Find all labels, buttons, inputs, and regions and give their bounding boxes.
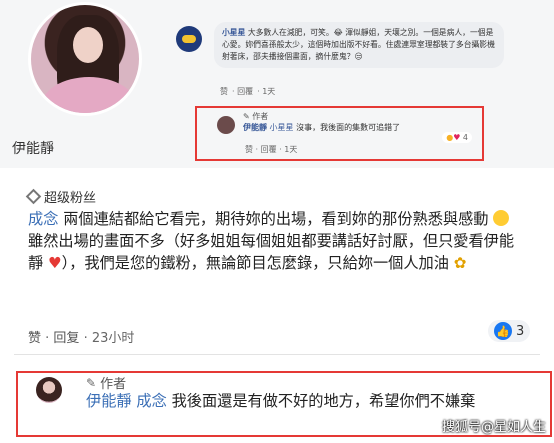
author-badge: ✎ 作者 [86, 375, 127, 393]
reply-text: 伊能靜 成念 我後面還是有做不好的地方，希望你們不嫌棄 [86, 392, 476, 410]
comment-author[interactable]: 小星星 [222, 28, 245, 37]
thumbs-up-icon: 👍 [494, 322, 512, 340]
reaction-badge[interactable]: ●♥ 4 [442, 132, 472, 143]
reply-author[interactable]: 伊能靜 [243, 123, 267, 132]
like-link[interactable]: 赞 [245, 145, 253, 154]
timestamp: 23小时 [91, 331, 135, 346]
author-badge: ✎ 作者 [243, 112, 269, 121]
profile-name[interactable]: 伊能靜 [12, 138, 54, 158]
reply-link[interactable]: 回覆 [237, 87, 253, 96]
avatar[interactable] [176, 26, 202, 52]
reply-link[interactable]: 回复 [53, 331, 79, 346]
divider [14, 354, 540, 355]
weibo-comment-section: 超级粉丝 成念 兩個連結都給它看完，期待妳的出場，看到妳的那份熟悉與感動 雖然出… [0, 176, 554, 443]
comment-bubble: 小星星 大多數人在減肥，可笑。😂 渾似靜姐，天壤之別。一個是病人，一個是心愛。妳… [214, 22, 504, 68]
like-counter[interactable]: 👍 3 [488, 320, 531, 342]
like-link[interactable]: 赞 [28, 331, 41, 346]
dress [41, 77, 137, 113]
love-icon: ♥ [453, 133, 461, 142]
profile-photo[interactable] [28, 2, 142, 116]
comment-line3: ），我們是您的鐵粉，無論節目怎麼錄，只給妳一個人加油 [61, 254, 449, 272]
heart-emoji-icon: ♥ [48, 254, 62, 272]
reply-text: 伊能靜 小星星 沒事，我後面的集數可追錯了 [243, 123, 401, 132]
timestamp: 1天 [284, 145, 298, 154]
mention[interactable]: 小星星 [270, 123, 294, 132]
comment-meta: 赞 · 回覆 · 1天 [220, 87, 276, 96]
superfan-badge: 超级粉丝 [25, 187, 96, 206]
face [73, 27, 103, 63]
pencil-icon: ✎ [86, 375, 97, 390]
comment-text: 大多數人在減肥，可笑。😂 渾似靜姐，天壤之別。一個是病人，一個是心愛。妳們喜孫般… [222, 28, 495, 61]
mention[interactable]: 成念 [136, 392, 166, 410]
watermark: 搜狐号@星如人生 [441, 420, 546, 435]
timestamp: 1天 [262, 87, 276, 96]
reply-link[interactable]: 回覆 [261, 145, 277, 154]
reply-author[interactable]: 伊能靜 [86, 392, 132, 410]
avatar[interactable] [217, 116, 235, 134]
logo-icon [182, 35, 196, 43]
comment-line1: 兩個連結都給它看完，期待妳的出場，看到妳的那份熟悉與感動 [63, 210, 489, 228]
avatar[interactable] [36, 377, 62, 403]
party-emoji-icon: ✿ [453, 254, 467, 272]
grin-emoji-icon [493, 210, 510, 226]
facebook-comment-section: 伊能靜 小星星 大多數人在減肥，可笑。😂 渾似靜姐，天壤之別。一個是病人，一個是… [0, 0, 554, 168]
like-link[interactable]: 赞 [220, 87, 228, 96]
highlighted-reply: ✎ 作者 伊能靜 小星星 沒事，我後面的集數可追錯了 ●♥ 4 赞 · 回覆 ·… [195, 106, 484, 161]
comment-actions: 赞 · 回复 · 23小时 [28, 331, 135, 346]
reply-meta: 赞 · 回覆 · 1天 [245, 145, 298, 154]
comment-author[interactable]: 成念 [28, 210, 58, 228]
comment-body: 成念 兩個連結都給它看完，期待妳的出場，看到妳的那份熟悉與感動 雖然出場的畫面不… [28, 208, 528, 274]
diamond-icon [25, 188, 42, 205]
